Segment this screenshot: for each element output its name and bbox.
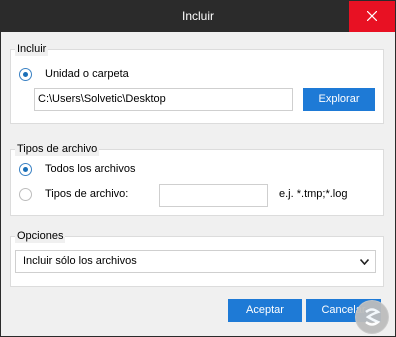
folder-radio[interactable] [19, 68, 32, 81]
close-button[interactable] [349, 1, 395, 32]
options-group: Opciones Incluir sólo los archivos [10, 229, 384, 287]
options-select[interactable]: Incluir sólo los archivos [15, 250, 376, 273]
close-icon [367, 11, 377, 21]
window-title: Incluir [181, 9, 214, 23]
options-group-label: Opciones [15, 229, 66, 243]
include-group-label: Incluir [15, 42, 49, 56]
accept-button[interactable]: Aceptar [228, 299, 302, 322]
file-types-label[interactable]: Tipos de archivo: [45, 188, 128, 201]
include-group: Incluir Unidad o carpeta C:\Users\Solvet… [10, 42, 384, 124]
all-files-label[interactable]: Todos los archivos [45, 163, 136, 176]
file-types-input[interactable] [159, 184, 268, 207]
watermark-logo [355, 300, 389, 334]
path-input[interactable]: C:\Users\Solvetic\Desktop [34, 88, 293, 111]
options-select-value: Incluir sólo los archivos [23, 255, 137, 267]
browse-button[interactable]: Explorar [303, 88, 375, 111]
chevron-down-icon [360, 259, 369, 265]
all-files-radio[interactable] [19, 163, 32, 176]
filetype-group-label: Tipos de archivo [15, 142, 100, 156]
file-types-radio[interactable] [19, 188, 32, 201]
title-bar[interactable]: Incluir [1, 1, 395, 32]
filetype-group: Tipos de archivo Todos los archivos Tipo… [10, 142, 384, 216]
file-types-example: e.j. *.tmp;*.log [279, 188, 348, 200]
dialog-window: Incluir Incluir Unidad o carpeta C:\User… [0, 0, 396, 337]
watermark-icon [356, 301, 388, 333]
folder-radio-label[interactable]: Unidad o carpeta [45, 68, 129, 81]
